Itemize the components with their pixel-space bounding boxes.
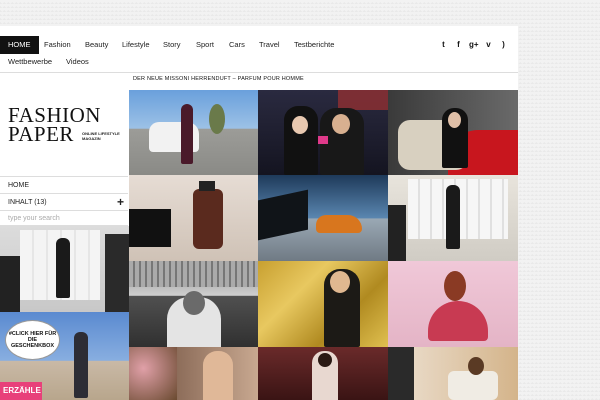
promo-badge: ERZÄHLE <box>0 382 42 400</box>
rss-icon[interactable]: ) <box>499 39 508 51</box>
sidebar-inhalt-label: INHALT (13) <box>8 199 47 206</box>
photo-tile[interactable] <box>129 261 258 347</box>
facebook-icon[interactable]: f <box>454 39 463 51</box>
photo-tile[interactable] <box>388 175 518 261</box>
nav-wettbewerbe[interactable]: Wettbewerbe <box>8 54 52 70</box>
twitter-icon[interactable]: t <box>439 39 448 51</box>
nav-travel[interactable]: Travel <box>259 36 280 54</box>
sidebar-inhalt[interactable]: INHALT (13) + <box>0 193 128 210</box>
nav-testberichte[interactable]: Testberichte <box>294 36 334 54</box>
nav-cars[interactable]: Cars <box>229 36 245 54</box>
social-links: t f g+ v ) <box>439 39 508 51</box>
nav-fashion[interactable]: Fashion <box>44 36 71 54</box>
plus-icon[interactable]: + <box>117 194 124 210</box>
logo-tagline: ONLINE LIFESTYLE MAGAZIN <box>82 131 120 141</box>
site-logo[interactable]: FASHION PAPER ONLINE LIFESTYLE MAGAZIN <box>8 105 126 150</box>
nav-story[interactable]: Story <box>163 36 181 54</box>
nav-videos[interactable]: Videos <box>66 54 89 70</box>
sidebar: HOME INHALT (13) + type your search <box>0 176 128 226</box>
google-plus-icon[interactable]: g+ <box>469 39 479 51</box>
nav-home[interactable]: HOME <box>0 36 39 54</box>
search-input[interactable]: type your search <box>0 210 128 226</box>
photo-tile[interactable] <box>258 175 388 261</box>
photo-tile[interactable] <box>388 90 518 175</box>
divider <box>0 72 518 73</box>
photo-tile[interactable] <box>129 347 258 400</box>
photo-tile[interactable] <box>258 261 388 347</box>
photo-tile[interactable] <box>129 90 258 175</box>
sidebar-home[interactable]: HOME <box>0 176 128 193</box>
nav-lifestyle[interactable]: Lifestyle <box>122 36 150 54</box>
page: HOME Fashion Beauty Lifestyle Story Spor… <box>0 26 518 400</box>
nav-beauty[interactable]: Beauty <box>85 36 108 54</box>
promo-tile[interactable]: #CLICK HIER FÜR DIE GESCHENKBOX ERZÄHLE <box>0 312 129 400</box>
photo-tile[interactable] <box>258 347 388 400</box>
secondary-nav: Wettbewerbe Videos <box>0 54 518 70</box>
photo-tile[interactable] <box>388 261 518 347</box>
photo-tile[interactable] <box>129 175 258 261</box>
promo-bubble: #CLICK HIER FÜR DIE GESCHENKBOX <box>5 320 60 360</box>
photo-tile[interactable] <box>388 347 518 400</box>
photo-tile[interactable] <box>258 90 388 175</box>
photo-tile[interactable] <box>0 226 129 312</box>
headline-link[interactable]: DER NEUE MISSONI HERRENDUFT – PARFUM POU… <box>133 76 304 82</box>
vimeo-icon[interactable]: v <box>484 39 493 51</box>
nav-sport[interactable]: Sport <box>196 36 214 54</box>
